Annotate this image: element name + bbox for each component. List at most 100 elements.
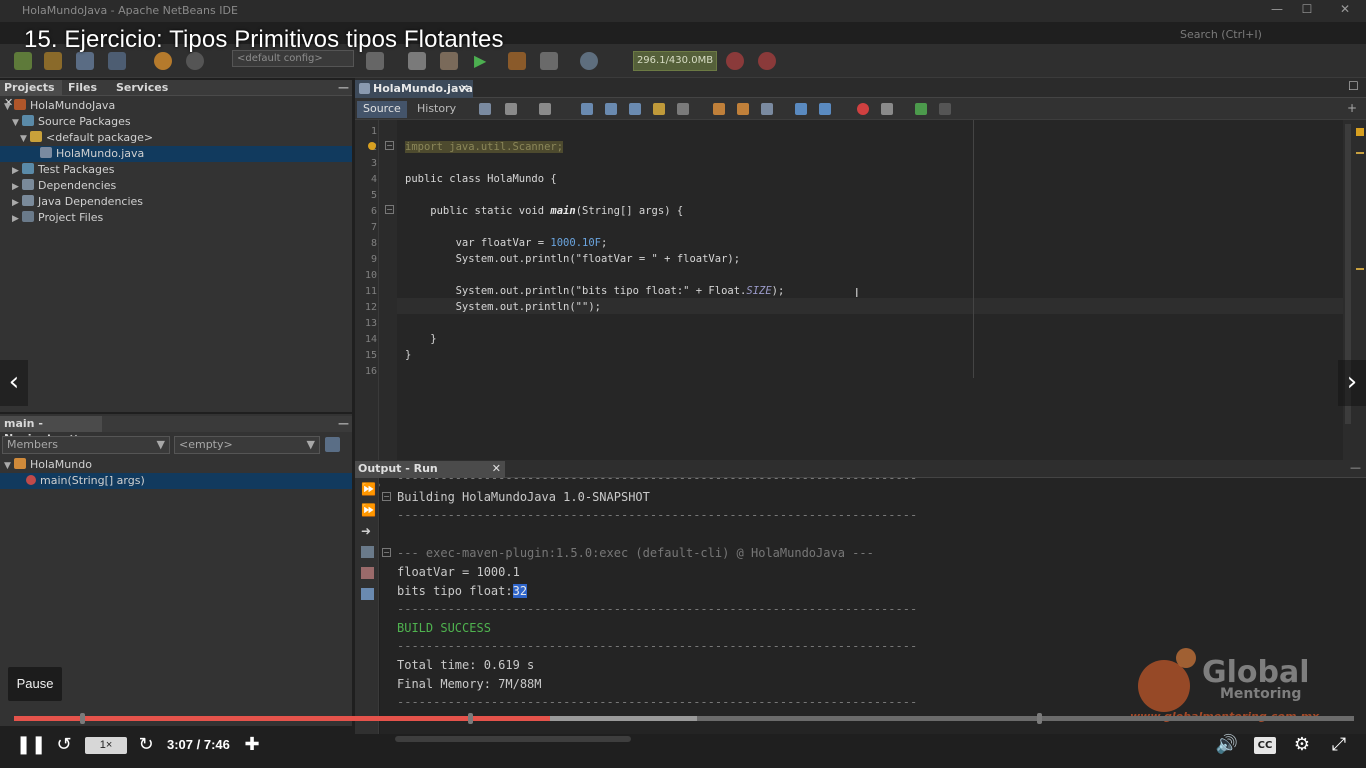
debug-icon[interactable] bbox=[508, 52, 526, 70]
editor-tab-holamundo[interactable]: HolaMundo.java ✕ bbox=[355, 80, 473, 98]
toggle-bookmark-icon[interactable] bbox=[761, 103, 773, 115]
add-icon[interactable]: + bbox=[1347, 101, 1357, 115]
show-phase-icon[interactable] bbox=[361, 546, 374, 558]
tree-item-test-packages[interactable]: ▶ Test Packages bbox=[12, 162, 114, 178]
bookmark-add-icon[interactable]: ✚ bbox=[240, 734, 264, 755]
collapse-icon[interactable]: ▼ bbox=[4, 99, 14, 115]
fold-toggle-icon[interactable]: − bbox=[382, 492, 391, 501]
minimize-button[interactable]: — bbox=[1262, 2, 1292, 16]
package-folder-icon bbox=[22, 163, 34, 174]
new-project-icon[interactable] bbox=[14, 52, 32, 70]
profiler-icon[interactable] bbox=[758, 52, 776, 70]
collapse-icon[interactable]: ▼ bbox=[4, 458, 14, 474]
tab-services[interactable]: Services bbox=[112, 80, 172, 96]
gc-icon[interactable] bbox=[726, 52, 744, 70]
tree-item-project-files[interactable]: ▶ Project Files bbox=[12, 210, 103, 226]
last-edit-icon[interactable] bbox=[479, 103, 491, 115]
previous-bookmark-icon[interactable] bbox=[713, 103, 725, 115]
chapter-marker[interactable] bbox=[1037, 713, 1042, 724]
expand-icon[interactable]: ▶ bbox=[12, 163, 22, 179]
pause-button[interactable]: ❚❚ bbox=[16, 734, 46, 755]
tree-item-default-package[interactable]: ▼ <default package> bbox=[20, 130, 153, 146]
maximize-button[interactable]: ☐ bbox=[1292, 2, 1322, 16]
back-icon[interactable] bbox=[505, 103, 517, 115]
clean-build-icon[interactable] bbox=[440, 52, 458, 70]
collapse-icon[interactable]: ▼ bbox=[20, 131, 30, 147]
browser-icon[interactable] bbox=[580, 52, 598, 70]
nav-item-holamundo[interactable]: ▼ HolaMundo bbox=[4, 457, 92, 473]
captions-button[interactable]: CC bbox=[1254, 737, 1276, 754]
rerun-icon[interactable]: ⏩ bbox=[361, 483, 376, 495]
fullscreen-icon[interactable]: ⤢ bbox=[1326, 734, 1352, 755]
stripe-marker[interactable] bbox=[1356, 268, 1364, 270]
minimize-pane-icon[interactable]: — bbox=[334, 80, 353, 96]
volume-icon[interactable]: 🔊 bbox=[1214, 734, 1240, 755]
maximize-window-icon[interactable]: ☐ bbox=[1348, 79, 1359, 93]
expand-icon[interactable]: ▶ bbox=[12, 211, 22, 227]
minimize-pane-icon[interactable]: — bbox=[1350, 461, 1361, 474]
comment-icon[interactable] bbox=[915, 103, 927, 115]
expand-icon[interactable]: ▶ bbox=[12, 195, 22, 211]
find-icon[interactable] bbox=[581, 103, 593, 115]
forward-icon[interactable]: ↻ bbox=[134, 734, 158, 755]
playback-speed-button[interactable]: 1× bbox=[85, 737, 127, 754]
start-macro-icon[interactable] bbox=[857, 103, 869, 115]
minimize-pane-icon[interactable]: — bbox=[334, 416, 353, 432]
tree-item-source-packages[interactable]: ▼ Source Packages bbox=[12, 114, 131, 130]
rewind-icon[interactable]: ↺ bbox=[52, 734, 76, 755]
forward-icon[interactable] bbox=[539, 103, 551, 115]
build-hammer-icon[interactable] bbox=[408, 52, 426, 70]
tree-item-holamundo-java[interactable]: HolaMundo.java bbox=[0, 146, 352, 162]
stop-macro-icon[interactable] bbox=[881, 103, 893, 115]
stripe-marker[interactable] bbox=[1356, 152, 1364, 154]
chapter-marker[interactable] bbox=[80, 713, 85, 724]
filter-combo[interactable]: <empty> ▼ bbox=[174, 436, 320, 454]
fold-toggle-icon[interactable]: − bbox=[385, 141, 394, 150]
fold-toggle-icon[interactable]: − bbox=[385, 205, 394, 214]
collapse-icon[interactable]: ▼ bbox=[12, 115, 22, 131]
new-file-icon[interactable] bbox=[44, 52, 62, 70]
tab-files[interactable]: Files bbox=[64, 80, 101, 96]
run-icon[interactable]: ▶ bbox=[474, 52, 492, 70]
undo-icon[interactable] bbox=[154, 52, 172, 70]
find-previous-icon[interactable] bbox=[605, 103, 617, 115]
next-bookmark-icon[interactable] bbox=[737, 103, 749, 115]
open-project-icon[interactable] bbox=[76, 52, 94, 70]
shift-left-icon[interactable] bbox=[795, 103, 807, 115]
previous-video-button[interactable]: ‹ bbox=[0, 360, 28, 406]
config-gear-icon[interactable] bbox=[366, 52, 384, 70]
redo-icon[interactable] bbox=[186, 52, 204, 70]
tree-item-dependencies[interactable]: ▶ Dependencies bbox=[12, 178, 116, 194]
shift-right-icon[interactable] bbox=[819, 103, 831, 115]
expand-icon[interactable]: ▶ bbox=[12, 179, 22, 195]
memory-indicator[interactable]: 296.1/430.0MB bbox=[633, 51, 717, 71]
members-combo[interactable]: Members ▼ bbox=[2, 436, 170, 454]
clear-output-icon[interactable] bbox=[361, 567, 374, 579]
close-icon[interactable]: ✕ bbox=[460, 80, 469, 97]
toggle-rect-select-icon[interactable] bbox=[677, 103, 689, 115]
uncomment-icon[interactable] bbox=[939, 103, 951, 115]
tab-source[interactable]: Source bbox=[357, 101, 407, 118]
settings-wrench-icon[interactable] bbox=[361, 588, 374, 600]
next-video-button[interactable]: › bbox=[1338, 360, 1366, 406]
hint-bulb-icon[interactable] bbox=[368, 142, 376, 150]
tab-navigator[interactable]: main - Navigator ✕ bbox=[0, 416, 102, 445]
navigator-settings-icon[interactable] bbox=[325, 437, 340, 452]
rerun-goals-icon[interactable]: ⏩ bbox=[361, 504, 376, 516]
nav-item-main[interactable]: main(String[] args) bbox=[0, 473, 352, 489]
toggle-highlight-icon[interactable] bbox=[653, 103, 665, 115]
settings-gear-icon[interactable]: ⚙ bbox=[1290, 734, 1314, 755]
close-window-button[interactable]: ✕ bbox=[1330, 2, 1360, 16]
stop-arrow-icon[interactable]: ➜ bbox=[361, 525, 374, 537]
tab-projects[interactable]: Projects ✕ bbox=[0, 80, 62, 109]
warning-marker-icon[interactable] bbox=[1356, 128, 1364, 136]
tree-item-project[interactable]: ▼ HolaMundoJava bbox=[4, 98, 115, 114]
save-all-icon[interactable] bbox=[108, 52, 126, 70]
chapter-marker[interactable] bbox=[468, 713, 473, 724]
find-next-icon[interactable] bbox=[629, 103, 641, 115]
fold-toggle-icon[interactable]: − bbox=[382, 548, 391, 557]
tab-history[interactable]: History bbox=[411, 101, 462, 118]
search-input[interactable]: Search (Ctrl+I) bbox=[1180, 28, 1262, 41]
profile-icon[interactable] bbox=[540, 52, 558, 70]
tree-item-java-dependencies[interactable]: ▶ Java Dependencies bbox=[12, 194, 143, 210]
